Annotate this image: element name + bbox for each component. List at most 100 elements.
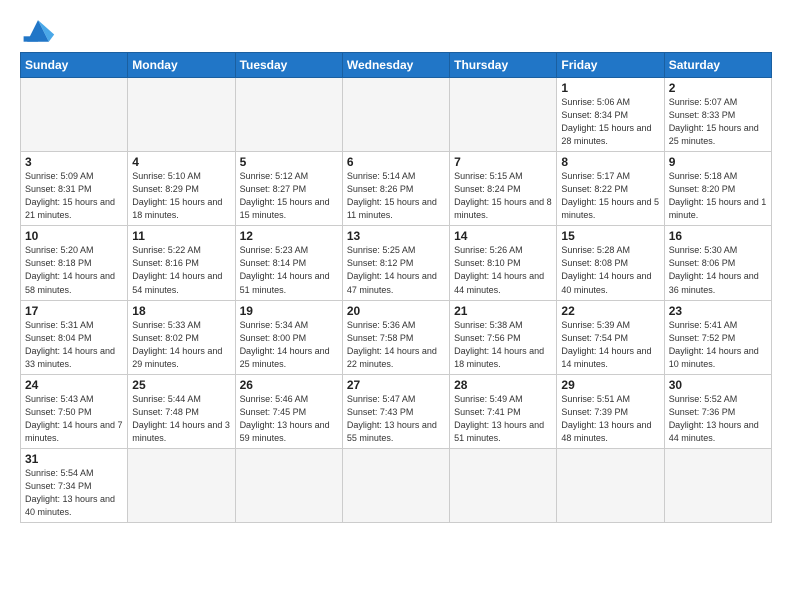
day-cell: 5Sunrise: 5:12 AM Sunset: 8:27 PM Daylig…	[235, 152, 342, 226]
day-cell	[235, 448, 342, 522]
day-number: 21	[454, 304, 552, 318]
day-cell: 14Sunrise: 5:26 AM Sunset: 8:10 PM Dayli…	[450, 226, 557, 300]
day-info: Sunrise: 5:36 AM Sunset: 7:58 PM Dayligh…	[347, 319, 445, 371]
day-info: Sunrise: 5:15 AM Sunset: 8:24 PM Dayligh…	[454, 170, 552, 222]
day-info: Sunrise: 5:07 AM Sunset: 8:33 PM Dayligh…	[669, 96, 767, 148]
day-info: Sunrise: 5:10 AM Sunset: 8:29 PM Dayligh…	[132, 170, 230, 222]
day-info: Sunrise: 5:14 AM Sunset: 8:26 PM Dayligh…	[347, 170, 445, 222]
day-cell: 30Sunrise: 5:52 AM Sunset: 7:36 PM Dayli…	[664, 374, 771, 448]
day-number: 9	[669, 155, 767, 169]
week-row-2: 3Sunrise: 5:09 AM Sunset: 8:31 PM Daylig…	[21, 152, 772, 226]
day-info: Sunrise: 5:38 AM Sunset: 7:56 PM Dayligh…	[454, 319, 552, 371]
day-cell: 16Sunrise: 5:30 AM Sunset: 8:06 PM Dayli…	[664, 226, 771, 300]
day-cell: 28Sunrise: 5:49 AM Sunset: 7:41 PM Dayli…	[450, 374, 557, 448]
day-number: 19	[240, 304, 338, 318]
day-cell: 1Sunrise: 5:06 AM Sunset: 8:34 PM Daylig…	[557, 78, 664, 152]
weekday-header-monday: Monday	[128, 53, 235, 78]
day-number: 13	[347, 229, 445, 243]
weekday-header-row: SundayMondayTuesdayWednesdayThursdayFrid…	[21, 53, 772, 78]
logo	[20, 16, 60, 44]
day-number: 7	[454, 155, 552, 169]
day-cell: 11Sunrise: 5:22 AM Sunset: 8:16 PM Dayli…	[128, 226, 235, 300]
day-cell: 18Sunrise: 5:33 AM Sunset: 8:02 PM Dayli…	[128, 300, 235, 374]
day-cell	[128, 448, 235, 522]
day-info: Sunrise: 5:09 AM Sunset: 8:31 PM Dayligh…	[25, 170, 123, 222]
day-cell: 19Sunrise: 5:34 AM Sunset: 8:00 PM Dayli…	[235, 300, 342, 374]
day-cell: 10Sunrise: 5:20 AM Sunset: 8:18 PM Dayli…	[21, 226, 128, 300]
week-row-6: 31Sunrise: 5:54 AM Sunset: 7:34 PM Dayli…	[21, 448, 772, 522]
day-number: 10	[25, 229, 123, 243]
day-info: Sunrise: 5:22 AM Sunset: 8:16 PM Dayligh…	[132, 244, 230, 296]
day-number: 31	[25, 452, 123, 466]
day-info: Sunrise: 5:34 AM Sunset: 8:00 PM Dayligh…	[240, 319, 338, 371]
day-cell: 7Sunrise: 5:15 AM Sunset: 8:24 PM Daylig…	[450, 152, 557, 226]
week-row-1: 1Sunrise: 5:06 AM Sunset: 8:34 PM Daylig…	[21, 78, 772, 152]
day-number: 2	[669, 81, 767, 95]
day-number: 26	[240, 378, 338, 392]
day-cell: 2Sunrise: 5:07 AM Sunset: 8:33 PM Daylig…	[664, 78, 771, 152]
day-number: 3	[25, 155, 123, 169]
day-number: 28	[454, 378, 552, 392]
day-number: 8	[561, 155, 659, 169]
day-info: Sunrise: 5:47 AM Sunset: 7:43 PM Dayligh…	[347, 393, 445, 445]
day-cell	[450, 448, 557, 522]
day-cell: 3Sunrise: 5:09 AM Sunset: 8:31 PM Daylig…	[21, 152, 128, 226]
logo-icon	[20, 16, 56, 44]
day-number: 20	[347, 304, 445, 318]
weekday-header-thursday: Thursday	[450, 53, 557, 78]
day-info: Sunrise: 5:52 AM Sunset: 7:36 PM Dayligh…	[669, 393, 767, 445]
week-row-3: 10Sunrise: 5:20 AM Sunset: 8:18 PM Dayli…	[21, 226, 772, 300]
day-number: 23	[669, 304, 767, 318]
day-info: Sunrise: 5:31 AM Sunset: 8:04 PM Dayligh…	[25, 319, 123, 371]
page: SundayMondayTuesdayWednesdayThursdayFrid…	[0, 0, 792, 533]
day-info: Sunrise: 5:17 AM Sunset: 8:22 PM Dayligh…	[561, 170, 659, 222]
day-number: 11	[132, 229, 230, 243]
day-number: 16	[669, 229, 767, 243]
day-info: Sunrise: 5:49 AM Sunset: 7:41 PM Dayligh…	[454, 393, 552, 445]
day-info: Sunrise: 5:18 AM Sunset: 8:20 PM Dayligh…	[669, 170, 767, 222]
day-info: Sunrise: 5:20 AM Sunset: 8:18 PM Dayligh…	[25, 244, 123, 296]
day-info: Sunrise: 5:23 AM Sunset: 8:14 PM Dayligh…	[240, 244, 338, 296]
day-cell: 23Sunrise: 5:41 AM Sunset: 7:52 PM Dayli…	[664, 300, 771, 374]
calendar-table: SundayMondayTuesdayWednesdayThursdayFrid…	[20, 52, 772, 523]
day-cell	[128, 78, 235, 152]
day-cell: 15Sunrise: 5:28 AM Sunset: 8:08 PM Dayli…	[557, 226, 664, 300]
day-cell: 6Sunrise: 5:14 AM Sunset: 8:26 PM Daylig…	[342, 152, 449, 226]
day-info: Sunrise: 5:54 AM Sunset: 7:34 PM Dayligh…	[25, 467, 123, 519]
header	[20, 16, 772, 44]
day-info: Sunrise: 5:39 AM Sunset: 7:54 PM Dayligh…	[561, 319, 659, 371]
day-cell	[450, 78, 557, 152]
day-number: 18	[132, 304, 230, 318]
weekday-header-saturday: Saturday	[664, 53, 771, 78]
day-info: Sunrise: 5:12 AM Sunset: 8:27 PM Dayligh…	[240, 170, 338, 222]
weekday-header-wednesday: Wednesday	[342, 53, 449, 78]
day-number: 6	[347, 155, 445, 169]
day-number: 15	[561, 229, 659, 243]
day-cell: 8Sunrise: 5:17 AM Sunset: 8:22 PM Daylig…	[557, 152, 664, 226]
weekday-header-friday: Friday	[557, 53, 664, 78]
day-number: 27	[347, 378, 445, 392]
day-info: Sunrise: 5:25 AM Sunset: 8:12 PM Dayligh…	[347, 244, 445, 296]
day-cell: 20Sunrise: 5:36 AM Sunset: 7:58 PM Dayli…	[342, 300, 449, 374]
day-info: Sunrise: 5:30 AM Sunset: 8:06 PM Dayligh…	[669, 244, 767, 296]
day-number: 24	[25, 378, 123, 392]
day-cell: 21Sunrise: 5:38 AM Sunset: 7:56 PM Dayli…	[450, 300, 557, 374]
day-cell: 12Sunrise: 5:23 AM Sunset: 8:14 PM Dayli…	[235, 226, 342, 300]
day-number: 30	[669, 378, 767, 392]
day-number: 12	[240, 229, 338, 243]
day-cell: 31Sunrise: 5:54 AM Sunset: 7:34 PM Dayli…	[21, 448, 128, 522]
day-info: Sunrise: 5:46 AM Sunset: 7:45 PM Dayligh…	[240, 393, 338, 445]
day-cell: 13Sunrise: 5:25 AM Sunset: 8:12 PM Dayli…	[342, 226, 449, 300]
day-cell: 22Sunrise: 5:39 AM Sunset: 7:54 PM Dayli…	[557, 300, 664, 374]
day-cell: 24Sunrise: 5:43 AM Sunset: 7:50 PM Dayli…	[21, 374, 128, 448]
day-cell	[342, 448, 449, 522]
weekday-header-sunday: Sunday	[21, 53, 128, 78]
day-number: 22	[561, 304, 659, 318]
day-number: 29	[561, 378, 659, 392]
day-number: 14	[454, 229, 552, 243]
day-info: Sunrise: 5:26 AM Sunset: 8:10 PM Dayligh…	[454, 244, 552, 296]
weekday-header-tuesday: Tuesday	[235, 53, 342, 78]
day-cell: 4Sunrise: 5:10 AM Sunset: 8:29 PM Daylig…	[128, 152, 235, 226]
day-cell: 17Sunrise: 5:31 AM Sunset: 8:04 PM Dayli…	[21, 300, 128, 374]
day-cell: 29Sunrise: 5:51 AM Sunset: 7:39 PM Dayli…	[557, 374, 664, 448]
